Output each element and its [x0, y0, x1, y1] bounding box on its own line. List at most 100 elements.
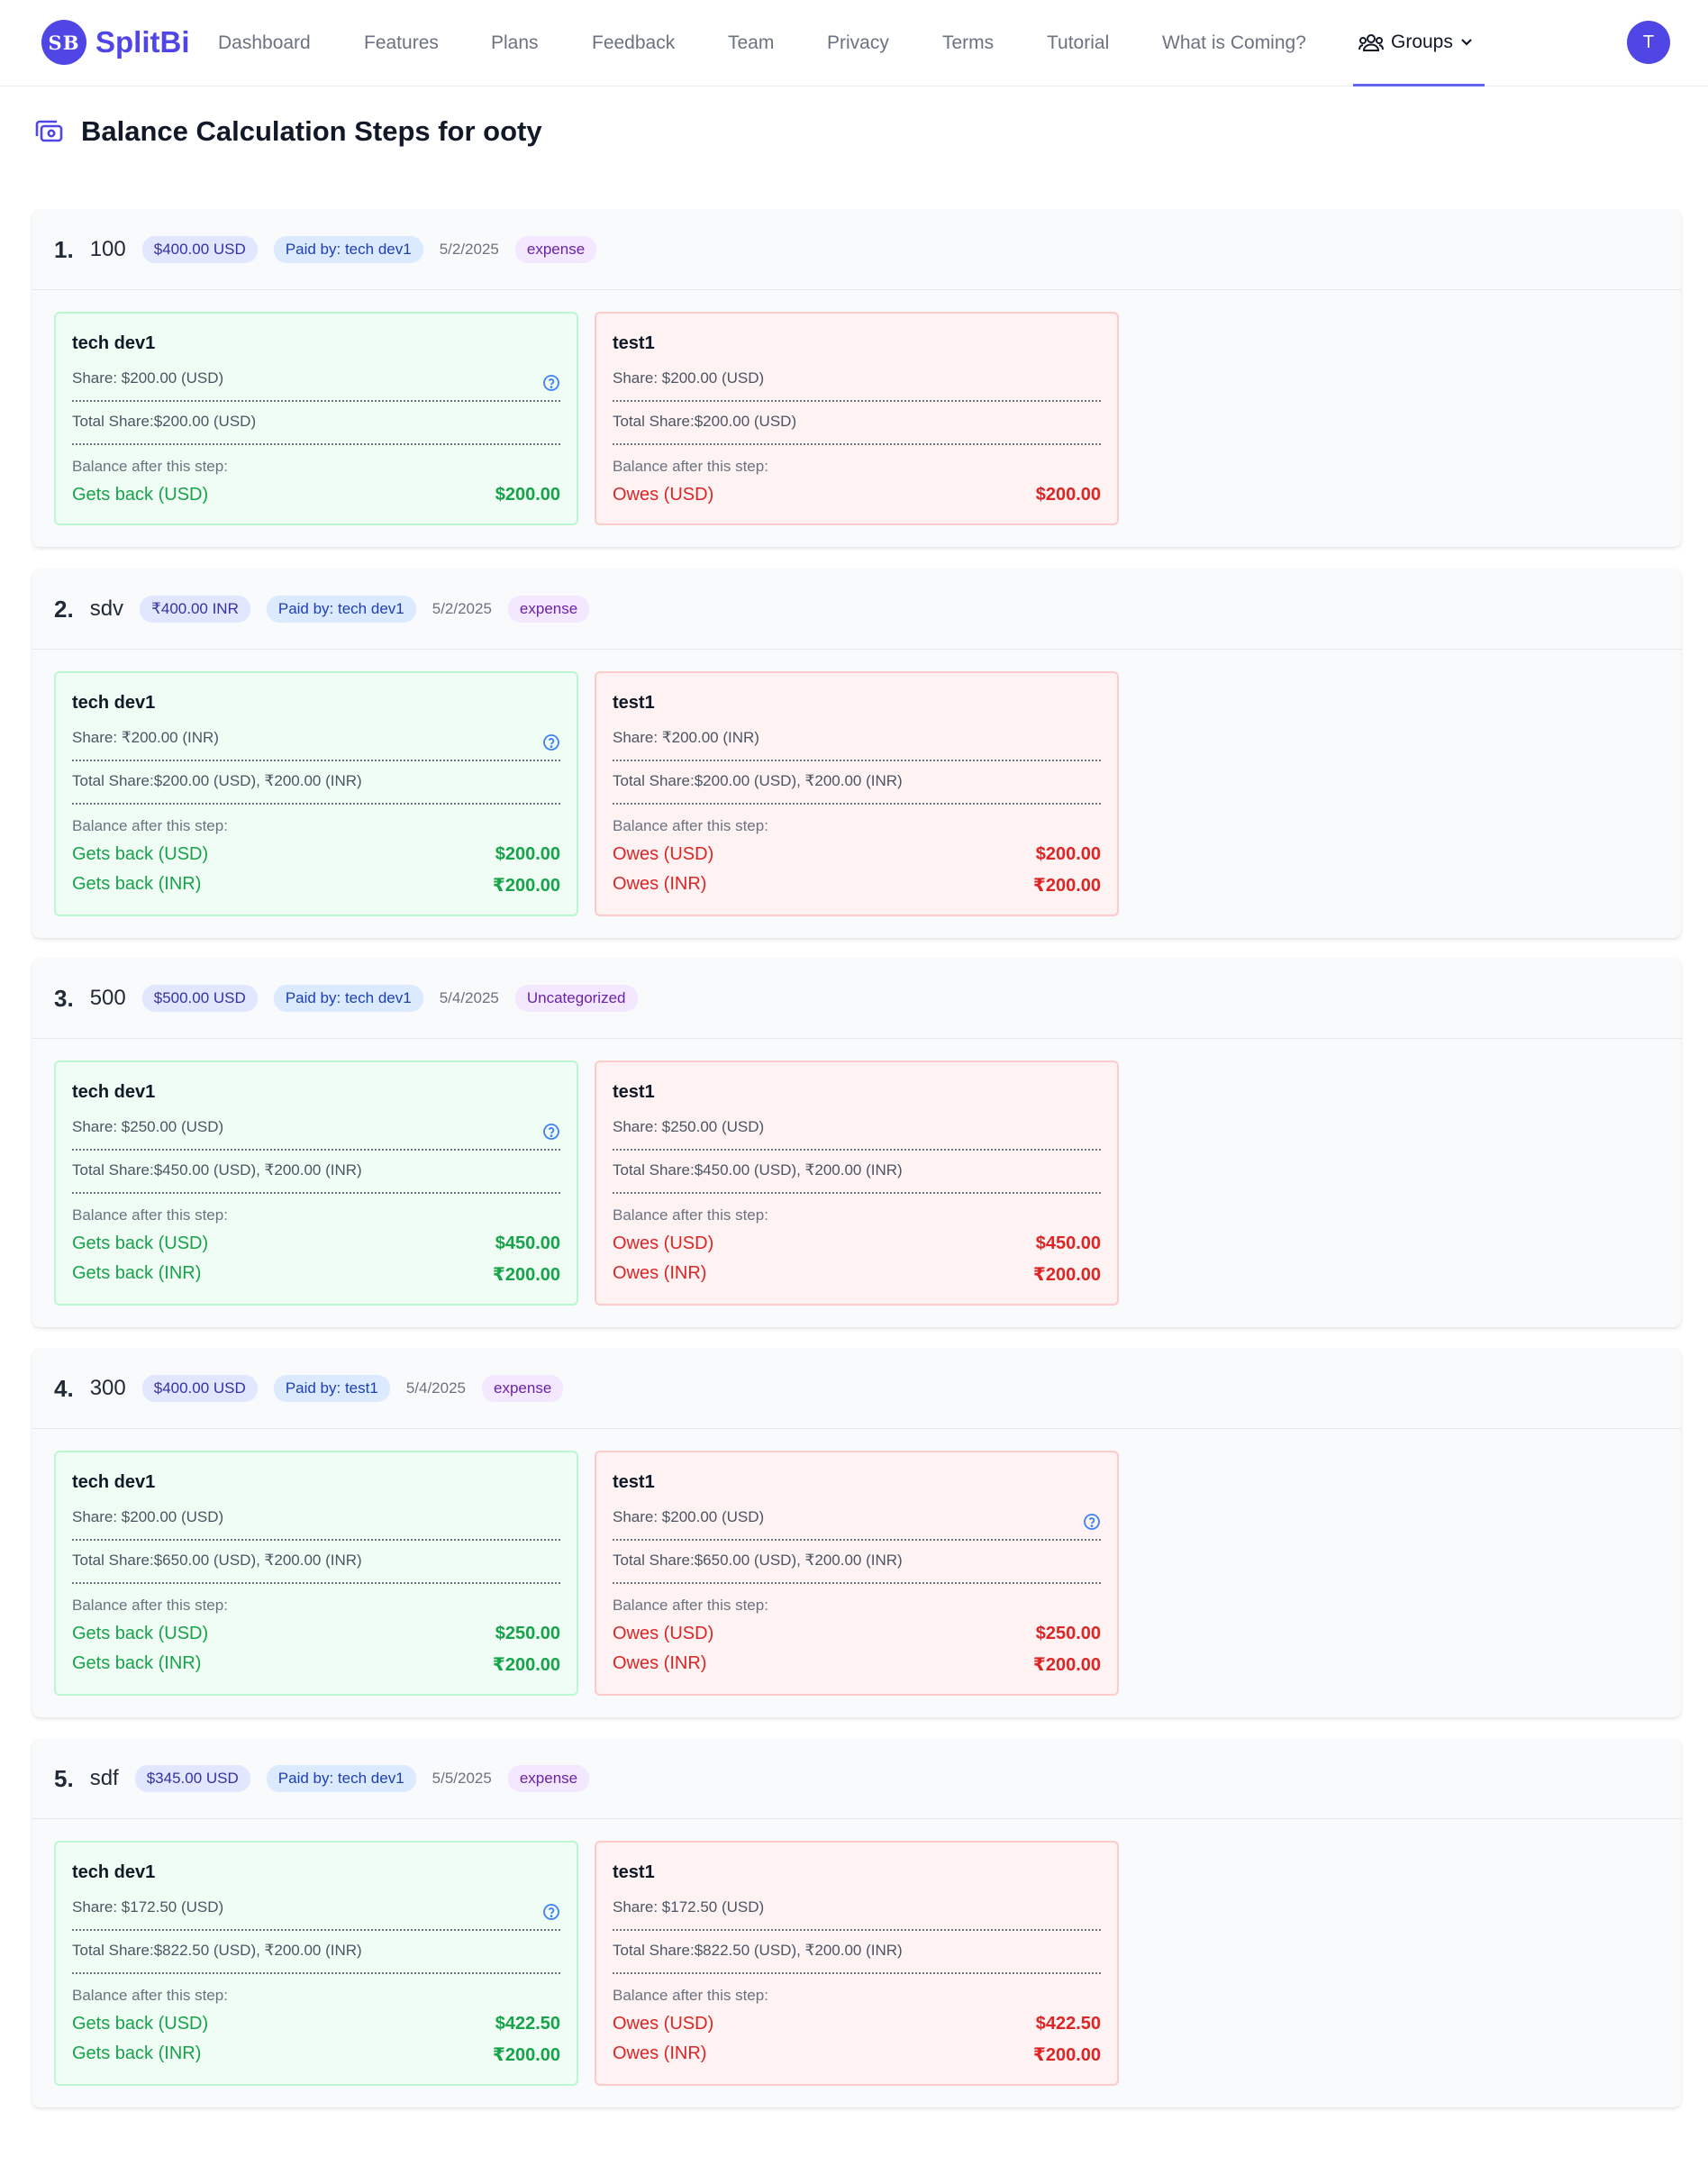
- step-number: 2.: [54, 595, 74, 623]
- member-card: tech dev1 Share: $172.50 (USD) Total Share…: [54, 1841, 578, 2086]
- expense-step: 5. sdf $345.00 USD Paid by: tech dev1 5/5/20…: [32, 1739, 1681, 2107]
- balance-label: Balance after this step:: [613, 1206, 768, 1224]
- balance-row: Owes (USD) $200.00: [613, 485, 1101, 505]
- nav-privacy[interactable]: Privacy: [827, 32, 889, 54]
- member-total-share: Total Share:$450.00 (USD), ₹200.00 (INR): [72, 1151, 560, 1194]
- step-title: 100: [89, 237, 126, 261]
- balance-amount: $200.00: [1035, 844, 1101, 864]
- nav-team[interactable]: Team: [728, 32, 774, 54]
- member-card: test1 Share: $200.00 (USD) Total Share:$20…: [595, 312, 1119, 525]
- balance-row: Gets back (USD) $250.00: [72, 1624, 560, 1644]
- step-header: 1. 100 $400.00 USD Paid by: tech dev1 5/2/20…: [32, 210, 1681, 290]
- balance-type: Owes (USD): [613, 1624, 714, 1643]
- expense-step: 4. 300 $400.00 USD Paid by: test1 5/4/2025 ex…: [32, 1349, 1681, 1717]
- member-name: test1: [613, 1472, 655, 1492]
- balance-amount: ₹200.00: [1032, 1265, 1101, 1285]
- brand-logo[interactable]: SB SplitBi: [41, 20, 190, 65]
- help-icon[interactable]: [542, 1903, 560, 1925]
- balance-row: Owes (INR) ₹200.00: [613, 874, 1101, 896]
- balance-label: Balance after this step:: [613, 1987, 768, 2004]
- member-total-share: Total Share:$822.50 (USD), ₹200.00 (INR): [72, 1931, 560, 1974]
- balance-amount: $450.00: [1035, 1233, 1101, 1253]
- balance-row: Gets back (USD) $200.00: [72, 485, 560, 505]
- help-icon[interactable]: [1083, 1513, 1101, 1535]
- member-share-text: Share: $250.00 (USD): [613, 1118, 765, 1135]
- paid-by-badge: Paid by: tech dev1: [273, 985, 423, 1012]
- nav-features[interactable]: Features: [364, 32, 439, 54]
- balance-row: Owes (USD) $250.00: [613, 1624, 1101, 1644]
- balance-row: Gets back (USD) $200.00: [72, 844, 560, 865]
- member-card: test1 Share: $200.00 (USD) Total Share:$65…: [595, 1451, 1119, 1696]
- balance-row: Owes (USD) $200.00: [613, 844, 1101, 865]
- step-date: 5/2/2025: [432, 600, 492, 617]
- member-card: test1 Share: $250.00 (USD) Total Share:$45…: [595, 1060, 1119, 1306]
- step-title: sdv: [89, 596, 124, 621]
- category-badge: Uncategorized: [514, 985, 638, 1012]
- member-name: test1: [613, 1862, 655, 1882]
- balance-amount: ₹200.00: [492, 1655, 560, 1675]
- nav-groups-dropdown[interactable]: Groups: [1353, 0, 1485, 86]
- help-icon[interactable]: [542, 374, 560, 396]
- balance-type: Owes (USD): [613, 844, 714, 864]
- balance-amount: $250.00: [495, 1624, 560, 1643]
- member-card: tech dev1 Share: $200.00 (USD) Total Share…: [54, 312, 578, 525]
- member-share: Share: $200.00 (USD): [613, 1508, 1101, 1541]
- chevron-down-icon: [1461, 38, 1472, 46]
- balance-row: Gets back (USD) $450.00: [72, 1233, 560, 1254]
- member-share-text: Share: ₹200.00 (INR): [72, 729, 219, 746]
- member-share: Share: $200.00 (USD): [72, 369, 560, 402]
- member-card: tech dev1 Share: $200.00 (USD) Total Share…: [54, 1451, 578, 1696]
- nav-terms[interactable]: Terms: [942, 32, 994, 54]
- balance-type: Owes (USD): [613, 485, 714, 505]
- nav-tutorial[interactable]: Tutorial: [1047, 32, 1109, 54]
- balance-amount: ₹200.00: [1032, 876, 1101, 896]
- nav-dashboard[interactable]: Dashboard: [218, 32, 311, 54]
- user-avatar[interactable]: T: [1627, 21, 1670, 64]
- balance-type: Gets back (USD): [72, 485, 209, 505]
- member-name: tech dev1: [72, 333, 156, 353]
- balance-row: Owes (INR) ₹200.00: [613, 1653, 1101, 1676]
- balance-amount: $450.00: [495, 1233, 560, 1253]
- nav-plans[interactable]: Plans: [491, 32, 539, 54]
- help-icon[interactable]: [542, 1123, 560, 1145]
- member-share: Share: $172.50 (USD): [613, 1898, 1101, 1931]
- category-badge: expense: [507, 1765, 590, 1792]
- balance-type: Owes (INR): [613, 1653, 707, 1673]
- help-icon[interactable]: [542, 733, 560, 756]
- users-icon: [1358, 33, 1384, 51]
- category-badge: expense: [507, 596, 590, 623]
- member-share: Share: $250.00 (USD): [613, 1118, 1101, 1151]
- balance-type: Gets back (USD): [72, 1233, 209, 1253]
- category-badge: expense: [514, 236, 597, 263]
- balance-amount: ₹200.00: [1032, 1655, 1101, 1675]
- step-title: 500: [89, 986, 126, 1010]
- member-share: Share: $200.00 (USD): [613, 369, 1101, 402]
- nav-feedback[interactable]: Feedback: [592, 32, 675, 54]
- balance-label: Balance after this step:: [72, 458, 228, 475]
- member-total-share: Total Share:$200.00 (USD), ₹200.00 (INR): [613, 761, 1101, 805]
- nav-groups-label: Groups: [1391, 31, 1453, 52]
- balance-label: Balance after this step:: [72, 817, 228, 834]
- brand-name: SplitBi: [95, 25, 190, 59]
- balance-type: Gets back (INR): [72, 1263, 202, 1283]
- balance-type: Owes (USD): [613, 1233, 714, 1253]
- member-name: test1: [613, 1082, 655, 1102]
- step-header: 2. sdv ₹400.00 INR Paid by: tech dev1 5/2/20…: [32, 569, 1681, 650]
- member-name: test1: [613, 693, 655, 713]
- balance-row: Owes (USD) $422.50: [613, 2014, 1101, 2034]
- member-cards: tech dev1 Share: $200.00 (USD) Total Share…: [32, 290, 1681, 547]
- member-share: Share: $172.50 (USD): [72, 1898, 560, 1931]
- paid-by-badge: Paid by: tech dev1: [266, 1765, 416, 1792]
- step-header: 5. sdf $345.00 USD Paid by: tech dev1 5/5/20…: [32, 1739, 1681, 1819]
- member-name: tech dev1: [72, 1472, 156, 1492]
- balance-label: Balance after this step:: [613, 458, 768, 475]
- nav-what-is-coming[interactable]: What is Coming?: [1162, 32, 1306, 54]
- balance-label: Balance after this step:: [613, 817, 768, 834]
- balance-row: Gets back (USD) $422.50: [72, 2014, 560, 2034]
- member-card: tech dev1 Share: ₹200.00 (INR) Total Share…: [54, 671, 578, 916]
- member-card: test1 Share: ₹200.00 (INR) Total Share:$20…: [595, 671, 1119, 916]
- balance-type: Gets back (USD): [72, 1624, 209, 1643]
- member-name: tech dev1: [72, 1862, 156, 1882]
- balance-type: Gets back (USD): [72, 844, 209, 864]
- step-number: 4.: [54, 1374, 74, 1402]
